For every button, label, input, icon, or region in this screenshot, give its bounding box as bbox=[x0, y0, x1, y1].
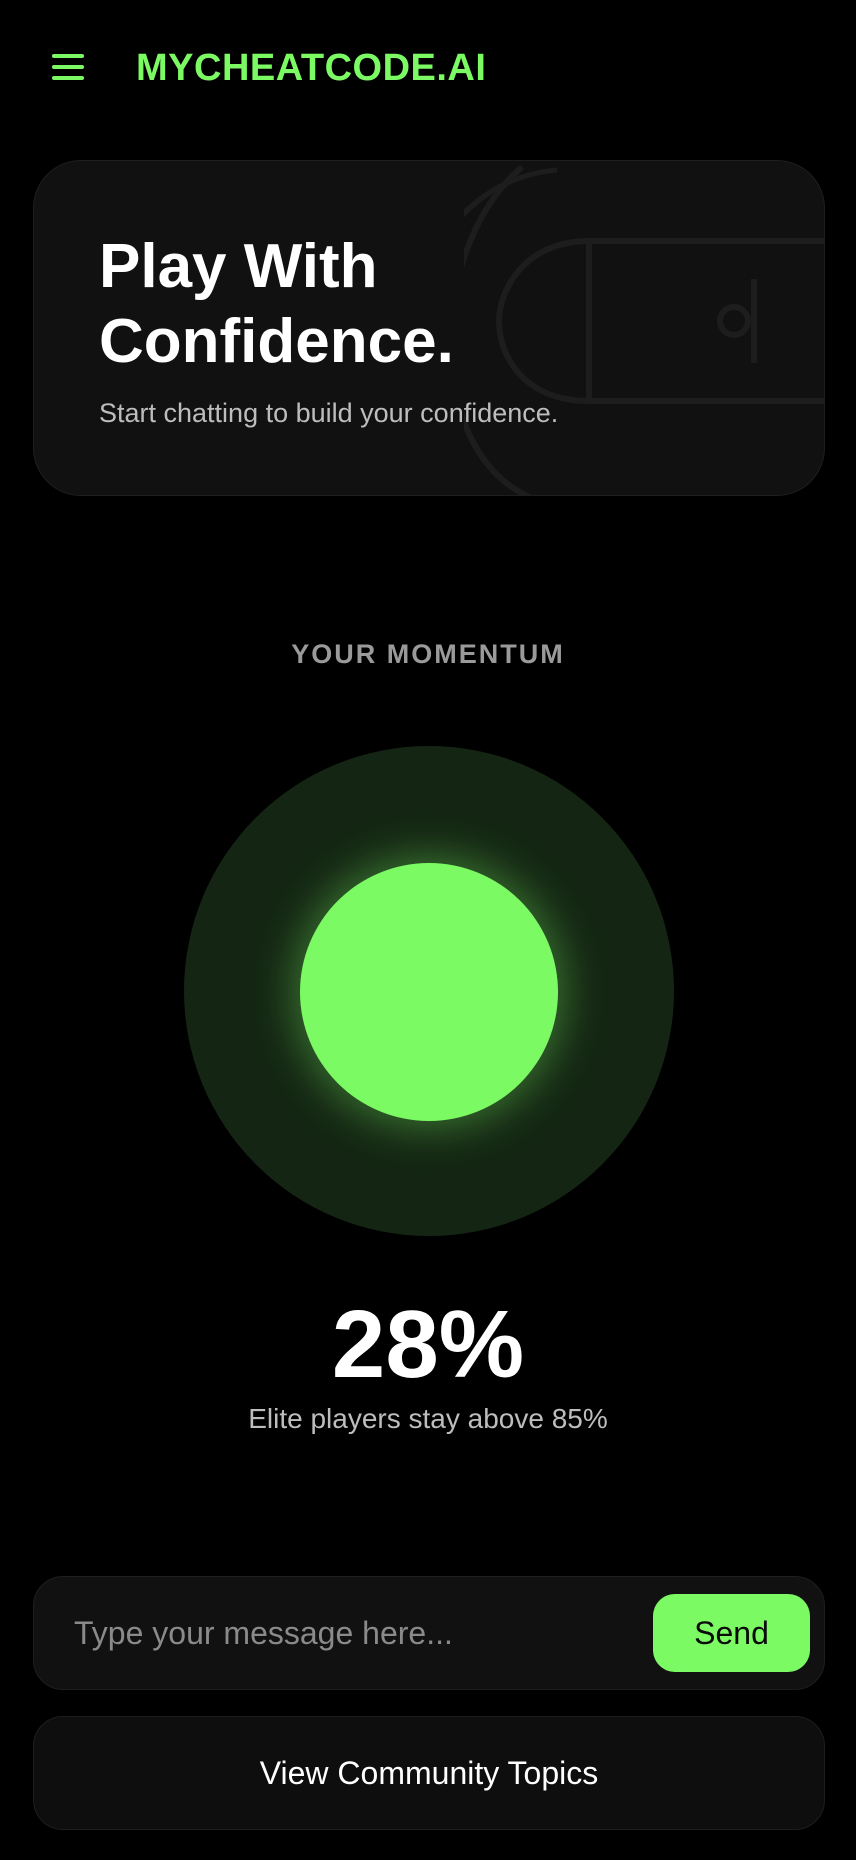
brand-logo-text[interactable]: MYCHEATCODE.AI bbox=[136, 44, 486, 92]
momentum-label: YOUR MOMENTUM bbox=[291, 639, 565, 669]
chat-composer: Send bbox=[33, 1576, 825, 1690]
send-button[interactable]: Send bbox=[653, 1594, 810, 1672]
hero-card: Play With Confidence. Start chatting to … bbox=[33, 160, 825, 496]
momentum-caption: Elite players stay above 85% bbox=[248, 1403, 608, 1434]
view-community-topics-button[interactable]: View Community Topics bbox=[33, 1716, 825, 1830]
menu-line bbox=[52, 76, 84, 80]
menu-line bbox=[52, 65, 84, 69]
momentum-orb bbox=[300, 863, 558, 1121]
menu-line bbox=[52, 54, 84, 58]
hero-title: Play With Confidence. bbox=[99, 232, 454, 376]
hero-subtitle: Start chatting to build your confidence. bbox=[99, 398, 559, 428]
hamburger-menu-icon[interactable] bbox=[52, 54, 84, 80]
momentum-percentage: 28% bbox=[331, 1291, 525, 1398]
message-input[interactable] bbox=[74, 1599, 634, 1667]
